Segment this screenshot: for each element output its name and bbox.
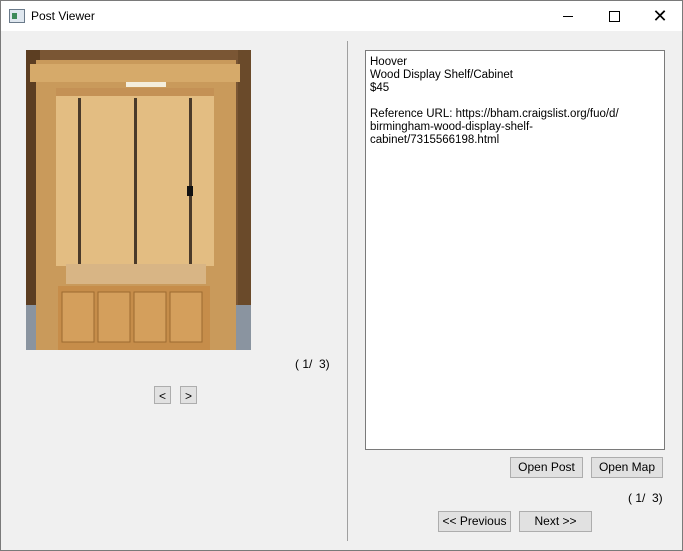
window-title: Post Viewer — [31, 9, 95, 23]
previous-post-button[interactable]: << Previous — [438, 511, 511, 532]
cabinet-photo — [26, 50, 251, 350]
post-price: $45 — [370, 82, 390, 94]
post-image — [26, 50, 251, 350]
minimize-icon — [563, 15, 573, 17]
post-location: Hoover — [370, 56, 408, 68]
post-details-textbox[interactable]: Hoover Wood Display Shelf/Cabinet $45 Re… — [365, 50, 665, 450]
previous-image-button[interactable]: < — [154, 386, 171, 404]
post-viewer-window: Post Viewer ✕ (1/ 3) < > Hoover Wood Di… — [0, 0, 683, 551]
open-map-button[interactable]: Open Map — [591, 457, 663, 478]
app-icon — [9, 9, 25, 23]
image-counter: ( 1/ 3) — [295, 357, 330, 371]
reference-url-line1: Reference URL: https://bham.craigslist.o… — [370, 108, 619, 120]
maximize-button[interactable] — [591, 1, 637, 31]
close-icon: ✕ — [652, 5, 668, 27]
minimize-button[interactable] — [545, 1, 591, 31]
panel-divider — [347, 41, 348, 541]
reference-url-line2: birmingham-wood-display-shelf-cabinet/73… — [370, 121, 533, 146]
post-counter: ( 1/ 3) — [628, 491, 663, 505]
close-button[interactable]: ✕ — [637, 1, 683, 31]
maximize-icon — [608, 10, 620, 22]
open-post-button[interactable]: Open Post — [510, 457, 583, 478]
next-image-button[interactable]: > — [180, 386, 197, 404]
next-post-button[interactable]: Next >> — [519, 511, 592, 532]
post-title: Wood Display Shelf/Cabinet — [370, 69, 513, 81]
title-bar: Post Viewer ✕ — [1, 1, 682, 31]
